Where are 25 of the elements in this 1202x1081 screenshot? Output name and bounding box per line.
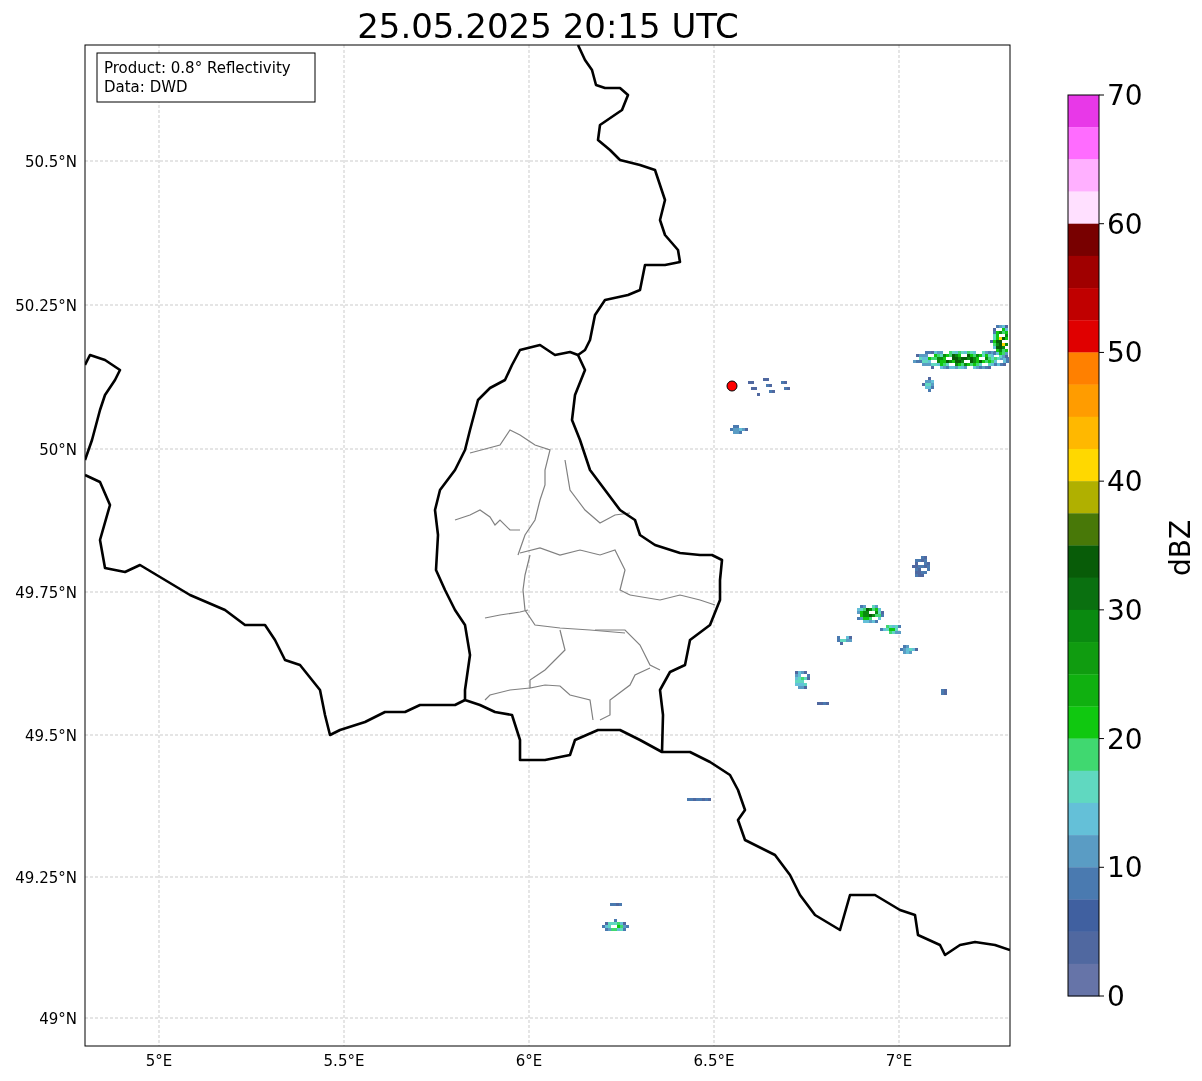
longitude-label: 6°E [515,1052,543,1070]
colorbar-tick-label: 10 [1107,851,1143,885]
colorbar-tick-label: 20 [1107,722,1143,756]
radar-site-marker [726,380,738,392]
latitude-label: 50°N [39,441,77,459]
longitude-label: 5°E [145,1052,173,1070]
latitude-label: 50.5°N [24,153,77,171]
latitude-label: 49°N [39,1010,77,1028]
colorbar-tick-label: 30 [1107,593,1143,627]
colorbar-tick-label: 50 [1107,336,1143,370]
colorbar-tick-label: 70 [1107,79,1143,112]
colorbar-axis-label: dBZ [1164,519,1197,577]
latitude-label: 50.25°N [15,297,77,315]
longitude-label: 6.5°E [693,1052,735,1070]
latitude-label: 49.5°N [24,727,77,745]
colorbar-tick-label: 60 [1107,207,1143,241]
latitude-label: 49.75°N [15,584,77,602]
info-text: Data: DWD [104,78,188,96]
latitude-label: 49.25°N [15,869,77,887]
colorbar-tick-label: 0 [1107,980,1125,1013]
longitude-label: 7°E [885,1052,913,1070]
longitude-label: 5.5°E [323,1052,365,1070]
info-text: Product: 0.8° Reflectivity [104,59,291,77]
plot-title: 25.05.2025 20:15 UTC [357,6,739,46]
colorbar-tick-label: 40 [1107,465,1143,499]
